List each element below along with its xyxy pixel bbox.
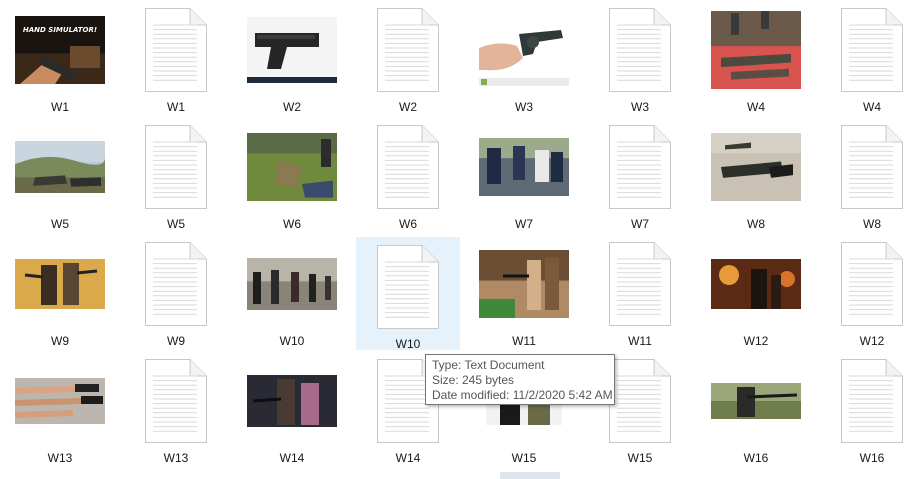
text-document-icon bbox=[820, 117, 923, 217]
image-thumbnail bbox=[704, 351, 808, 451]
text-document-icon bbox=[356, 237, 460, 337]
image-thumbnail bbox=[472, 0, 576, 100]
file-name-label: W11 bbox=[512, 334, 536, 348]
file-name-label: W3 bbox=[515, 100, 533, 114]
text-document-icon bbox=[820, 234, 923, 334]
file-item-document[interactable]: W9 bbox=[124, 234, 228, 348]
file-item-image[interactable]: W10 bbox=[240, 234, 344, 348]
next-row-thumbnail-edge bbox=[500, 472, 560, 479]
image-thumbnail bbox=[240, 0, 344, 100]
file-item-document[interactable]: W1 bbox=[124, 0, 228, 114]
text-document-icon bbox=[820, 351, 923, 451]
file-name-label: W16 bbox=[859, 451, 885, 465]
file-name-label: W11 bbox=[628, 334, 652, 348]
file-name-label: W13 bbox=[163, 451, 189, 465]
file-name-label: W12 bbox=[743, 334, 769, 348]
file-item-image[interactable]: W14 bbox=[240, 351, 344, 465]
tooltip-size: Size: 245 bytes bbox=[432, 373, 515, 387]
file-name-label: W2 bbox=[283, 100, 301, 114]
file-item-image[interactable]: W4 bbox=[704, 0, 808, 114]
text-document-icon bbox=[356, 117, 460, 217]
file-item-document[interactable]: W16 bbox=[820, 351, 923, 465]
file-item-image[interactable]: W13 bbox=[8, 351, 112, 465]
file-name-label: W3 bbox=[631, 100, 649, 114]
file-name-label: W12 bbox=[859, 334, 885, 348]
file-name-label: W13 bbox=[47, 451, 73, 465]
image-thumbnail bbox=[240, 234, 344, 334]
file-item-document[interactable]: W11 bbox=[588, 234, 692, 348]
file-tooltip: Type: Text Document Size: 245 bytes Date… bbox=[425, 354, 615, 405]
svg-text:HAND SIMULATOR!: HAND SIMULATOR! bbox=[23, 26, 97, 34]
file-item-document[interactable]: W6 bbox=[356, 117, 460, 231]
image-thumbnail bbox=[8, 234, 112, 334]
text-document-icon bbox=[588, 0, 692, 100]
file-item-document[interactable]: W12 bbox=[820, 234, 923, 348]
file-item-image[interactable]: HAND SIMULATOR! W1 bbox=[8, 0, 112, 114]
tooltip-date-modified: Date modified: 11/2/2020 5:42 AM bbox=[432, 388, 613, 402]
file-item-image[interactable]: W7 bbox=[472, 117, 576, 231]
file-name-label: W2 bbox=[399, 100, 417, 114]
file-name-label: W10 bbox=[279, 334, 305, 348]
file-item-image[interactable]: W5 bbox=[8, 117, 112, 231]
text-document-icon bbox=[820, 0, 923, 100]
image-thumbnail bbox=[704, 0, 808, 100]
file-name-label: W9 bbox=[167, 334, 185, 348]
text-document-icon bbox=[588, 234, 692, 334]
file-name-label: W15 bbox=[511, 451, 537, 465]
image-thumbnail bbox=[240, 117, 344, 217]
file-name-label: W7 bbox=[515, 217, 533, 231]
file-item-document[interactable]: W5 bbox=[124, 117, 228, 231]
file-name-label: W14 bbox=[395, 451, 421, 465]
file-item-image[interactable]: W6 bbox=[240, 117, 344, 231]
image-thumbnail bbox=[472, 234, 576, 334]
file-name-label: W16 bbox=[743, 451, 769, 465]
text-document-icon bbox=[124, 0, 228, 100]
file-item-image[interactable]: W12 bbox=[704, 234, 808, 348]
image-thumbnail bbox=[472, 117, 576, 217]
file-name-label: W4 bbox=[747, 100, 765, 114]
text-document-icon bbox=[124, 351, 228, 451]
image-thumbnail bbox=[704, 234, 808, 334]
file-name-label: W10 bbox=[395, 337, 421, 351]
file-item-image[interactable]: W2 bbox=[240, 0, 344, 114]
file-name-label: W1 bbox=[167, 100, 185, 114]
file-item-image[interactable]: W9 bbox=[8, 234, 112, 348]
image-thumbnail bbox=[240, 351, 344, 451]
file-name-label: W8 bbox=[863, 217, 881, 231]
image-thumbnail bbox=[8, 351, 112, 451]
file-item-document[interactable]: W4 bbox=[820, 0, 923, 114]
file-grid: HAND SIMULATOR! W1 W1 W2 W2 W3 W3 W4 W4 … bbox=[0, 0, 923, 479]
file-item-document[interactable]: W13 bbox=[124, 351, 228, 465]
file-name-label: W5 bbox=[51, 217, 69, 231]
file-item-document[interactable]: W10 bbox=[356, 237, 460, 351]
file-item-document[interactable]: W8 bbox=[820, 117, 923, 231]
file-name-label: W5 bbox=[167, 217, 185, 231]
image-thumbnail bbox=[8, 117, 112, 217]
text-document-icon bbox=[588, 117, 692, 217]
file-name-label: W9 bbox=[51, 334, 69, 348]
file-name-label: W15 bbox=[627, 451, 653, 465]
file-item-document[interactable]: W7 bbox=[588, 117, 692, 231]
text-document-icon bbox=[124, 234, 228, 334]
file-name-label: W8 bbox=[747, 217, 765, 231]
image-thumbnail: HAND SIMULATOR! bbox=[8, 0, 112, 100]
file-item-document[interactable]: W3 bbox=[588, 0, 692, 114]
file-name-label: W14 bbox=[279, 451, 305, 465]
file-name-label: W1 bbox=[51, 100, 69, 114]
file-item-image[interactable]: W16 bbox=[704, 351, 808, 465]
file-item-image[interactable]: W11 bbox=[472, 234, 576, 348]
file-item-image[interactable]: W8 bbox=[704, 117, 808, 231]
tooltip-type: Type: Text Document bbox=[432, 358, 545, 372]
file-item-image[interactable]: W3 bbox=[472, 0, 576, 114]
file-name-label: W4 bbox=[863, 100, 881, 114]
file-item-document[interactable]: W2 bbox=[356, 0, 460, 114]
file-name-label: W6 bbox=[399, 217, 417, 231]
file-name-label: W7 bbox=[631, 217, 649, 231]
file-name-label: W6 bbox=[283, 217, 301, 231]
image-thumbnail bbox=[704, 117, 808, 217]
text-document-icon bbox=[356, 0, 460, 100]
text-document-icon bbox=[124, 117, 228, 217]
